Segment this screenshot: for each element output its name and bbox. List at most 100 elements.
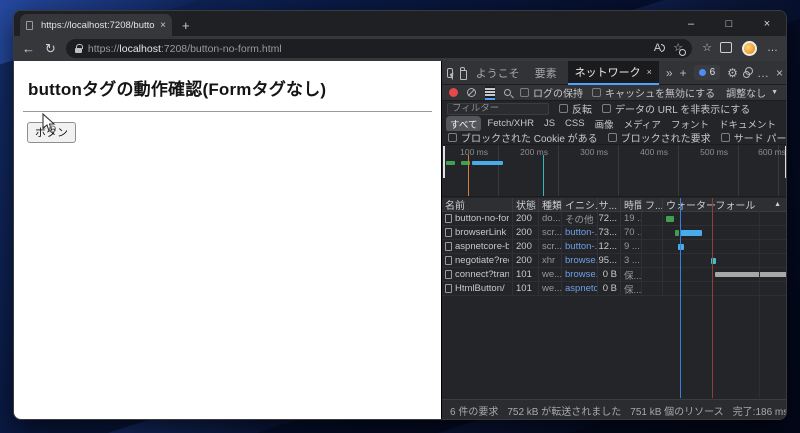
network-overview-timeline[interactable]: 100 ms 200 ms 300 ms 400 ms 500 ms 600 m… [442, 145, 786, 197]
disable-cache-option[interactable]: キャッシュを無効にする [592, 85, 715, 100]
devtools-close-icon[interactable]: × [776, 67, 783, 79]
tab-close-icon[interactable]: × [160, 20, 166, 31]
header-time[interactable]: 時間 [621, 198, 642, 211]
filter-chip[interactable]: 画像 [591, 116, 618, 131]
devtools-settings-icon[interactable]: ⚙ [727, 67, 738, 79]
browser-window: https://localhost:7208/button-no-form.ht… [13, 10, 787, 420]
clear-icon[interactable] [467, 88, 476, 97]
disable-cache-checkbox[interactable] [592, 88, 601, 97]
third-party-option[interactable]: サード パーティ要求 [720, 130, 786, 145]
url-text: https://localhost:7208/button-no-form.ht… [87, 42, 282, 55]
close-button[interactable]: × [748, 11, 786, 36]
hide-data-urls-checkbox[interactable] [602, 104, 611, 113]
issues-badge[interactable]: 6 [693, 65, 721, 80]
header-extra[interactable]: フ... [642, 198, 663, 211]
network-row[interactable]: browserLink 200 scr... button-... 73... … [442, 226, 786, 240]
dcl-marker-line [468, 155, 469, 196]
browser-menu-icon[interactable]: … [767, 43, 778, 54]
new-tab-button[interactable]: + [182, 18, 190, 33]
devtools-panel: ようこそ 要素 ネットワーク × » + 6 ⚙ … × ログの保持 キャッシュを… [441, 60, 787, 419]
network-row[interactable]: button-no-for... 200 do... その他 72... 19 … [442, 212, 786, 226]
tab-network[interactable]: ネットワーク × [567, 60, 659, 85]
maximize-button[interactable]: □ [710, 11, 748, 36]
read-aloud-icon[interactable]: A [654, 43, 666, 54]
web-page: buttonタグの動作確認(Formタグなし) ボタン [14, 61, 441, 419]
initiator-link[interactable]: browse... [562, 268, 598, 281]
record-icon[interactable] [449, 88, 458, 97]
filter-chip[interactable]: WS [782, 117, 787, 130]
network-row[interactable]: aspnetcore-bro... 200 scr... button-... … [442, 240, 786, 254]
filter-row: 反転 データの URL を非表示にする [442, 101, 786, 116]
filter-icon [485, 90, 495, 93]
blocked-cookies-option[interactable]: ブロックされた Cookie がある [448, 130, 598, 145]
preserve-log-option[interactable]: ログの保持 [520, 85, 583, 100]
hide-data-urls-option[interactable]: データの URL を非表示にする [602, 101, 750, 116]
filter-toggle[interactable] [485, 85, 495, 100]
gridline [498, 145, 499, 196]
minimize-button[interactable]: – [672, 11, 710, 36]
header-waterfall[interactable]: ウォーターフォール ▲ [663, 198, 786, 211]
inspect-element-icon[interactable] [447, 67, 453, 78]
network-row[interactable]: connect?transp... 101 we... browse... 0 … [442, 268, 786, 282]
file-icon [445, 228, 452, 237]
summary-finish: 完了:186 ms [732, 407, 787, 418]
waterfall-bar [678, 244, 684, 250]
filter-chip[interactable]: CSS [561, 117, 589, 130]
initiator-link[interactable]: aspnetc... [562, 282, 598, 295]
initiator-link[interactable]: button-... [562, 226, 598, 239]
add-favorite-icon[interactable]: ☆ [673, 43, 686, 56]
header-size[interactable]: サ... [598, 198, 621, 211]
search-icon[interactable] [504, 89, 511, 96]
browser-tab[interactable]: https://localhost:7208/button-no-form.ht… [20, 14, 172, 36]
waterfall-gridline [759, 198, 760, 398]
filter-chip[interactable]: JS [540, 117, 559, 130]
invert-checkbox[interactable] [559, 104, 568, 113]
tick-label: 400 ms [640, 147, 668, 157]
overview-left-handle[interactable] [443, 146, 445, 178]
load-marker-line [712, 198, 713, 398]
header-initiator[interactable]: イニシ... [562, 198, 598, 211]
filter-chip[interactable]: フォント [667, 116, 713, 131]
window-controls: – □ × [672, 11, 786, 36]
summary-transferred: 752 kB が転送されました [507, 407, 622, 418]
collections-icon[interactable] [720, 42, 732, 53]
feedback-icon[interactable] [742, 67, 754, 78]
address-bar[interactable]: https://localhost:7208/button-no-form.ht… [65, 39, 693, 58]
devtools-menu-icon[interactable]: … [757, 67, 769, 79]
blocked-requests-option[interactable]: ブロックされた要求 [607, 130, 711, 145]
initiator-link[interactable]: button-... [562, 240, 598, 253]
network-row[interactable]: negotiate?requ... 200 xhr browse... 95..… [442, 254, 786, 268]
invert-option[interactable]: 反転 [559, 101, 592, 116]
back-button[interactable]: ← [22, 42, 35, 55]
third-party-checkbox[interactable] [720, 133, 730, 142]
more-tabs-icon[interactable]: » [666, 67, 673, 79]
filter-chip[interactable]: ドキュメント [715, 116, 780, 131]
refresh-button[interactable]: ↻ [45, 42, 56, 55]
filter-chip-all[interactable]: すべて [446, 116, 482, 131]
overview-right-handle[interactable] [785, 146, 786, 178]
network-row[interactable]: HtmlButton/ 101 we... aspnetc... 0 B 保..… [442, 282, 786, 296]
preserve-log-checkbox[interactable] [520, 88, 529, 97]
filter-chip[interactable]: Fetch/XHR [483, 117, 537, 130]
tab-network-close-icon[interactable]: × [647, 67, 652, 77]
filter-chip[interactable]: メディア [620, 116, 665, 131]
filter-input[interactable] [447, 102, 549, 115]
throttling-dropdown[interactable]: 調整なし ▼ [726, 85, 778, 100]
blocked-requests-checkbox[interactable] [607, 133, 617, 142]
gridline [678, 145, 679, 196]
devtools-tab-bar: ようこそ 要素 ネットワーク × » + 6 ⚙ … × [442, 60, 786, 85]
favorites-icon[interactable]: ☆ [702, 43, 712, 54]
file-icon [445, 242, 452, 251]
chevron-down-icon: ▼ [771, 89, 779, 96]
profile-avatar[interactable] [742, 41, 757, 56]
header-name[interactable]: 名前 [442, 198, 513, 211]
device-toolbar-icon[interactable] [459, 66, 467, 80]
add-panel-icon[interactable]: + [680, 67, 687, 79]
header-status[interactable]: 状態 [513, 198, 539, 211]
header-type[interactable]: 種類 [539, 198, 562, 211]
tab-elements[interactable]: 要素 [531, 61, 561, 85]
tab-welcome[interactable]: ようこそ [472, 61, 524, 85]
initiator-other: その他 [562, 212, 598, 225]
blocked-cookies-checkbox[interactable] [448, 133, 457, 142]
initiator-link[interactable]: browse... [562, 254, 598, 267]
